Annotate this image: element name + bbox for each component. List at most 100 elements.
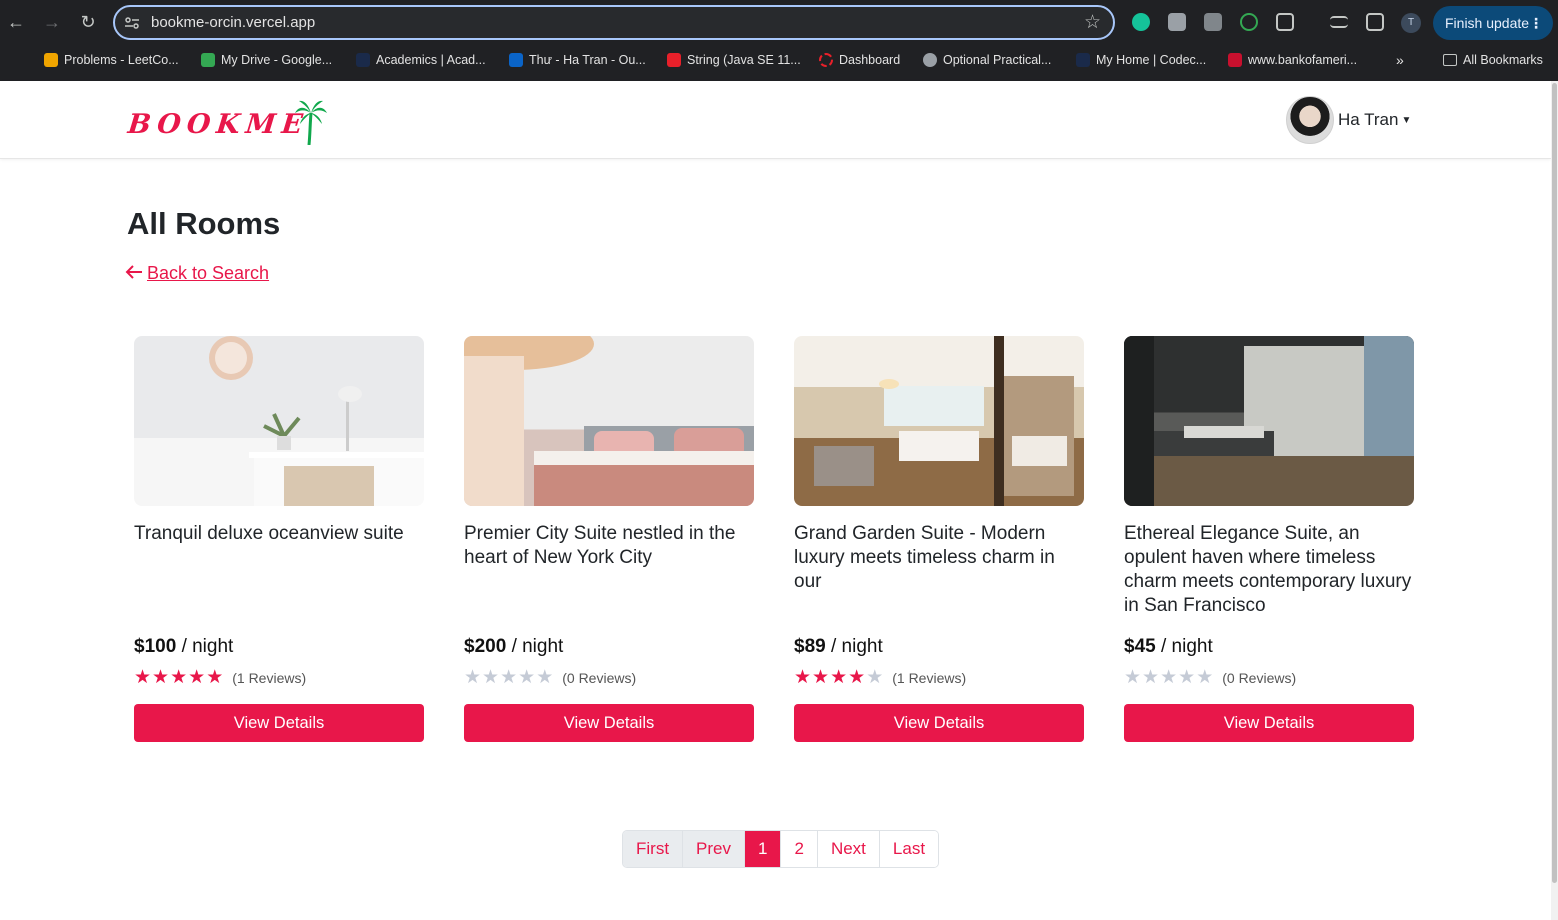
side-panel-icon[interactable] [1366, 13, 1384, 31]
star-icon: ★ [794, 667, 812, 688]
back-arrow-icon[interactable]: ← [4, 10, 28, 34]
google-drive-icon [201, 53, 215, 67]
site-header: BOOKME Ha Tran ▼ [0, 81, 1551, 159]
review-count: (0 Reviews) [1222, 670, 1297, 686]
pagination-page-2[interactable]: 2 [781, 831, 818, 867]
reading-list-icon[interactable] [1330, 16, 1348, 28]
back-link-label: Back to Search [147, 263, 270, 283]
bookmark-item[interactable]: String (Java SE 11... [667, 51, 801, 69]
price-unit: / night [181, 636, 234, 657]
room-image[interactable] [1124, 336, 1414, 506]
address-bar[interactable]: bookme-orcin.vercel.app ☆ [113, 5, 1115, 40]
price-unit: / night [830, 636, 883, 657]
bookmark-label: Dashboard [839, 53, 901, 67]
room-card: Ethereal Elegance Suite, an opulent have… [1124, 336, 1414, 742]
arrow-left-icon [125, 263, 143, 284]
extension-icon[interactable] [1204, 13, 1222, 31]
star-icon: ★ [1160, 667, 1178, 688]
forward-arrow-icon[interactable]: → [40, 10, 64, 34]
star-icon: ★ [518, 667, 536, 688]
bookmark-label: My Home | Codec... [1096, 53, 1207, 67]
finish-update-button[interactable]: Finish update ⋮ [1433, 6, 1553, 40]
star-icon: ★ [830, 667, 848, 688]
view-details-button[interactable]: View Details [794, 704, 1084, 742]
more-bookmarks-chevron-icon[interactable]: » [1396, 51, 1404, 69]
user-name: Ha Tran [1338, 110, 1399, 129]
star-icon: ★ [1124, 667, 1142, 688]
bookmarks-bar: Problems - LeetCo... My Drive - Google..… [0, 45, 1558, 73]
site-settings-icon[interactable] [124, 15, 140, 31]
pagination-first[interactable]: First [623, 831, 684, 867]
caret-down-icon: ▼ [1401, 114, 1412, 126]
bookmark-label: Optional Practical... [943, 53, 1052, 67]
star-icon: ★ [500, 667, 518, 688]
room-image[interactable] [794, 336, 1084, 506]
star-icon: ★ [188, 667, 206, 688]
room-price: $89 / night [794, 636, 883, 658]
pagination-last[interactable]: Last [879, 831, 939, 867]
folder-icon [1443, 54, 1457, 66]
outlook-icon [509, 53, 523, 67]
pagination-prev[interactable]: Prev [683, 831, 746, 867]
extensions-puzzle-icon[interactable] [1276, 13, 1294, 31]
star-icon: ★ [152, 667, 170, 688]
bookmark-item[interactable]: www.bankofameri... [1228, 51, 1357, 69]
user-avatar [1286, 96, 1334, 144]
globe-icon [923, 53, 937, 67]
profile-avatar[interactable]: T [1401, 13, 1421, 33]
bookmark-label: My Drive - Google... [221, 53, 333, 67]
pagination: First Prev 1 2 Next Last [622, 830, 940, 868]
all-bookmarks[interactable]: All Bookmarks [1443, 51, 1543, 69]
view-details-button[interactable]: View Details [1124, 704, 1414, 742]
url-text: bookme-orcin.vercel.app [151, 14, 316, 31]
scrollbar-thumb[interactable] [1552, 83, 1557, 883]
link-extension-icon[interactable] [1240, 13, 1258, 31]
price-amount: $45 [1124, 636, 1156, 657]
more-vert-icon[interactable]: ⋮ [1529, 6, 1543, 40]
logo-text: BOOKME [126, 109, 310, 140]
room-image[interactable] [464, 336, 754, 506]
bookme-logo[interactable]: BOOKME [126, 100, 328, 149]
dashboard-icon [819, 53, 833, 67]
user-menu[interactable]: Ha Tran ▼ [1286, 96, 1411, 144]
room-card: Grand Garden Suite - Modern luxury meets… [794, 336, 1084, 742]
view-details-button[interactable]: View Details [134, 704, 424, 742]
star-icon: ★ [536, 667, 554, 688]
review-count: (1 Reviews) [892, 670, 967, 686]
bookmark-label: Thư - Ha Tran - Ou... [529, 53, 646, 67]
view-details-button[interactable]: View Details [464, 704, 754, 742]
bookmark-item[interactable]: Dashboard [819, 51, 900, 69]
grammarly-extension-icon[interactable] [1132, 13, 1150, 31]
page-scrollbar[interactable] [1551, 81, 1558, 920]
bookmark-item[interactable]: Problems - LeetCo... [44, 51, 179, 69]
bookmark-item[interactable]: My Drive - Google... [201, 51, 332, 69]
review-count: (0 Reviews) [562, 670, 637, 686]
browser-toolbar: ← → ↻ bookme-orcin.vercel.app ☆ T Finish… [0, 0, 1558, 45]
bookmark-favicon-icon [44, 53, 58, 67]
extension-icon[interactable] [1168, 13, 1186, 31]
price-unit: / night [1160, 636, 1213, 657]
star-rating: ★ ★ ★ ★ ★ (0 Reviews) [1124, 667, 1297, 688]
star-rating: ★ ★ ★ ★ ★ (1 Reviews) [794, 667, 967, 688]
bookmark-label: Problems - LeetCo... [64, 53, 179, 67]
page-title: All Rooms [127, 206, 281, 241]
star-icon: ★ [812, 667, 830, 688]
bookmark-item[interactable]: Academics | Acad... [356, 51, 486, 69]
room-title: Ethereal Elegance Suite, an opulent have… [1124, 523, 1412, 616]
room-image[interactable] [134, 336, 424, 506]
bookmark-favicon-icon [1076, 53, 1090, 67]
pagination-next[interactable]: Next [817, 831, 880, 867]
bookmark-item[interactable]: Optional Practical... [923, 51, 1051, 69]
price-amount: $100 [134, 636, 177, 657]
star-icon: ★ [206, 667, 224, 688]
pagination-page-1[interactable]: 1 [745, 831, 782, 867]
room-title: Tranquil deluxe oceanview suite [134, 523, 404, 544]
bookmark-item[interactable]: Thư - Ha Tran - Ou... [509, 51, 646, 69]
price-unit: / night [511, 636, 564, 657]
bookmark-item[interactable]: My Home | Codec... [1076, 51, 1206, 69]
reload-icon[interactable]: ↻ [76, 10, 100, 34]
oracle-icon [667, 53, 681, 67]
bookmark-star-icon[interactable]: ☆ [1084, 11, 1101, 34]
back-to-search-link[interactable]: Back to Search [125, 263, 269, 284]
finish-update-label: Finish update [1445, 15, 1530, 31]
